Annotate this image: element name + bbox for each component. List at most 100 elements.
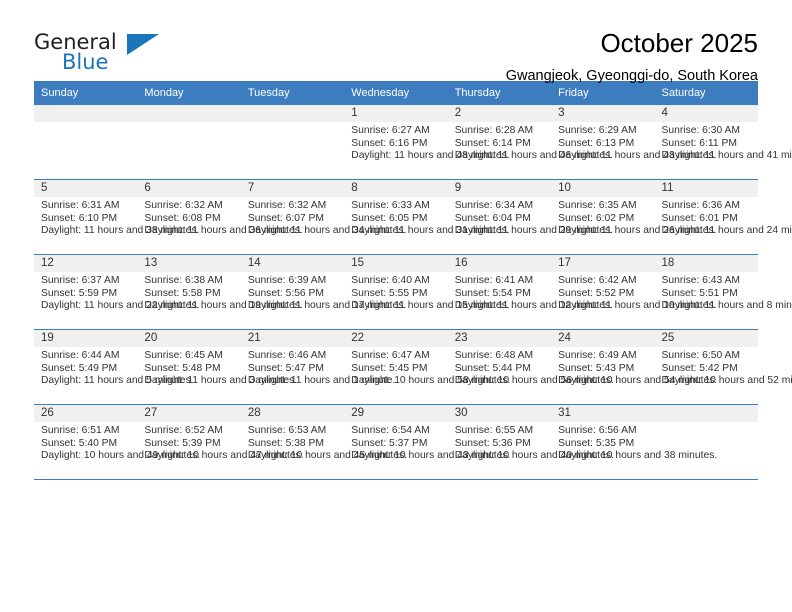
day-details: Sunrise: 6:54 AM Sunset: 5:37 PM Daylight:…	[344, 422, 510, 463]
calendar-day-cell[interactable]: 23 Sunrise: 6:48 AM Sunset: 5:44 PM Dayligh…	[447, 329, 614, 405]
calendar-day-cell[interactable]: 21 Sunrise: 6:46 AM Sunset: 5:47 PM Dayligh…	[240, 329, 396, 405]
daylight-text: Daylight: 11 hours and 38 minutes.	[41, 225, 200, 237]
day-number: 31	[551, 405, 655, 422]
day-cell-inner: 3 Sunrise: 6:29 AM Sunset: 6:13 PM Daylight…	[551, 105, 716, 179]
calendar-day-cell[interactable]: 12 Sunrise: 6:37 AM Sunset: 5:59 PM Dayligh…	[34, 254, 199, 330]
day-details: Sunrise: 6:55 AM Sunset: 5:36 PM Daylight:…	[448, 422, 614, 463]
day-cell-inner: 8 Sunrise: 6:33 AM Sunset: 6:05 PM Daylight…	[344, 180, 510, 254]
day-details: Sunrise: 6:35 AM Sunset: 6:02 PM Daylight:…	[551, 197, 717, 238]
day-details: Sunrise: 6:39 AM Sunset: 5:56 PM Daylight:…	[241, 272, 406, 313]
day-cell-inner: 11 Sunrise: 6:36 AM Sunset: 6:01 PM Dayligh…	[654, 180, 792, 254]
sunset-text: Sunset: 5:48 PM	[144, 362, 221, 374]
day-cell-inner: 13 Sunrise: 6:38 AM Sunset: 5:58 PM Dayligh…	[137, 255, 303, 329]
day-details: Sunrise: 6:56 AM Sunset: 5:35 PM Daylight:…	[551, 422, 717, 463]
daylight-text: Daylight: 11 hours and 48 minutes.	[351, 150, 510, 162]
calendar-day-cell[interactable]: 18 Sunrise: 6:43 AM Sunset: 5:51 PM Dayligh…	[654, 254, 792, 330]
daylight-text: Daylight: 10 hours and 54 minutes.	[558, 375, 718, 387]
calendar-day-cell[interactable]: 5 Sunrise: 6:31 AM Sunset: 6:10 PM Daylight…	[34, 179, 200, 255]
sunset-text: Sunset: 5:47 PM	[247, 362, 324, 374]
calendar-day-cell[interactable]: 10 Sunrise: 6:35 AM Sunset: 6:02 PM Dayligh…	[551, 179, 717, 255]
day-number: 11	[654, 180, 758, 197]
calendar-day-cell[interactable]: 15 Sunrise: 6:40 AM Sunset: 5:55 PM Dayligh…	[344, 254, 510, 330]
day-number: 23	[447, 330, 552, 347]
sunrise-text: Sunrise: 6:35 AM	[558, 200, 637, 211]
day-cell-inner: 17 Sunrise: 6:42 AM Sunset: 5:52 PM Dayligh…	[551, 255, 716, 329]
title-block: October 2025 Gwangjeok, Gyeonggi-do, Sou…	[154, 28, 758, 86]
daylight-text: Daylight: 10 hours and 56 minutes.	[454, 375, 614, 387]
sunset-text: Sunset: 6:07 PM	[247, 212, 324, 224]
day-details: Sunrise: 6:29 AM Sunset: 6:13 PM Daylight:…	[551, 122, 716, 163]
calendar-day-cell[interactable]: 25 Sunrise: 6:50 AM Sunset: 5:42 PM Dayligh…	[654, 329, 792, 405]
calendar-day-cell[interactable]: 9 Sunrise: 6:34 AM Sunset: 6:04 PM Daylight…	[447, 179, 613, 255]
sunrise-text: Sunrise: 6:27 AM	[351, 125, 430, 136]
calendar-day-cell[interactable]: 4 Sunrise: 6:30 AM Sunset: 6:11 PM Daylight…	[654, 105, 792, 180]
day-number: 13	[137, 255, 241, 272]
sunset-text: Sunset: 5:59 PM	[41, 287, 118, 299]
calendar-day-cell[interactable]: 22 Sunrise: 6:47 AM Sunset: 5:45 PM Dayligh…	[344, 329, 510, 405]
day-number: 5	[34, 180, 138, 197]
calendar-day-cell[interactable]: 11 Sunrise: 6:36 AM Sunset: 6:01 PM Dayligh…	[654, 179, 792, 255]
calendar-day-cell[interactable]: 29 Sunrise: 6:54 AM Sunset: 5:37 PM Dayligh…	[344, 404, 510, 480]
calendar-day-cell[interactable]: 7 Sunrise: 6:32 AM Sunset: 6:07 PM Daylight…	[240, 179, 406, 255]
daylight-text: Daylight: 11 hours and 26 minutes.	[558, 225, 717, 237]
day-number: 12	[34, 255, 138, 272]
calendar-day-cell[interactable]: 20 Sunrise: 6:45 AM Sunset: 5:48 PM Dayligh…	[137, 329, 297, 405]
sunset-text: Sunset: 5:54 PM	[454, 287, 531, 299]
calendar-day-cell[interactable]: 27 Sunrise: 6:52 AM Sunset: 5:39 PM Dayligh…	[137, 404, 304, 480]
day-cell-inner: 24 Sunrise: 6:49 AM Sunset: 5:43 PM Dayligh…	[551, 330, 718, 404]
day-cell-inner: 18 Sunrise: 6:43 AM Sunset: 5:51 PM Dayligh…	[654, 255, 792, 329]
day-details: Sunrise: 6:40 AM Sunset: 5:55 PM Daylight:…	[344, 272, 509, 313]
calendar-day-cell[interactable]: 13 Sunrise: 6:38 AM Sunset: 5:58 PM Dayligh…	[137, 254, 303, 330]
calendar-day-cell[interactable]: 1 Sunrise: 6:27 AM Sunset: 6:16 PM Daylight…	[344, 105, 510, 180]
day-number	[34, 105, 138, 122]
triangle-icon	[127, 34, 159, 55]
calendar-day-cell[interactable]: 31 Sunrise: 6:56 AM Sunset: 5:35 PM Dayligh…	[551, 404, 717, 480]
day-cell-inner: 4 Sunrise: 6:30 AM Sunset: 6:11 PM Daylight…	[654, 105, 792, 179]
day-number: 14	[240, 255, 345, 272]
day-number: 20	[137, 330, 241, 347]
daylight-text: Daylight: 10 hours and 47 minutes.	[144, 450, 304, 462]
day-cell-inner: 12 Sunrise: 6:37 AM Sunset: 5:59 PM Dayligh…	[34, 255, 199, 329]
calendar-day-cell[interactable]: 26 Sunrise: 6:51 AM Sunset: 5:40 PM Dayligh…	[34, 404, 200, 480]
sunrise-text: Sunrise: 6:31 AM	[41, 200, 120, 211]
sunrise-text: Sunrise: 6:53 AM	[247, 425, 327, 436]
calendar-day-cell[interactable]: 28 Sunrise: 6:53 AM Sunset: 5:38 PM Dayligh…	[240, 404, 407, 480]
calendar-day-cell[interactable]: 6 Sunrise: 6:32 AM Sunset: 6:08 PM Daylight…	[137, 179, 303, 255]
calendar-day-cell[interactable]: 24 Sunrise: 6:49 AM Sunset: 5:43 PM Dayligh…	[551, 329, 718, 405]
day-cell-inner: 29 Sunrise: 6:54 AM Sunset: 5:37 PM Dayligh…	[344, 405, 510, 479]
day-details: Sunrise: 6:37 AM Sunset: 5:59 PM Daylight:…	[34, 272, 199, 313]
day-number: 7	[240, 180, 345, 197]
sunset-text: Sunset: 6:14 PM	[454, 137, 531, 149]
calendar-day-cell[interactable]: 30 Sunrise: 6:55 AM Sunset: 5:36 PM Dayligh…	[447, 404, 614, 480]
day-number: 28	[240, 405, 345, 422]
day-cell-inner: 19 Sunrise: 6:44 AM Sunset: 5:49 PM Dayligh…	[34, 330, 194, 404]
day-cell-inner: 20 Sunrise: 6:45 AM Sunset: 5:48 PM Dayligh…	[137, 330, 297, 404]
day-details: Sunrise: 6:51 AM Sunset: 5:40 PM Daylight:…	[34, 422, 200, 463]
day-cell-inner: 7 Sunrise: 6:32 AM Sunset: 6:07 PM Daylight…	[240, 180, 406, 254]
calendar-day-cell[interactable]: 8 Sunrise: 6:33 AM Sunset: 6:05 PM Daylight…	[344, 179, 510, 255]
sunset-text: Sunset: 6:16 PM	[351, 137, 428, 149]
day-details: Sunrise: 6:36 AM Sunset: 6:01 PM Daylight:…	[655, 197, 792, 238]
day-cell-inner: 22 Sunrise: 6:47 AM Sunset: 5:45 PM Dayligh…	[344, 330, 510, 404]
calendar-day-cell[interactable]: 19 Sunrise: 6:44 AM Sunset: 5:49 PM Dayligh…	[34, 329, 194, 405]
day-cell-inner: 16 Sunrise: 6:41 AM Sunset: 5:54 PM Dayligh…	[447, 255, 613, 329]
sunrise-text: Sunrise: 6:50 AM	[661, 350, 740, 361]
logo-text-blue: Blue	[62, 50, 109, 74]
calendar-day-cell[interactable]: 3 Sunrise: 6:29 AM Sunset: 6:13 PM Daylight…	[551, 105, 716, 180]
day-details: Sunrise: 6:33 AM Sunset: 6:05 PM Daylight:…	[344, 197, 509, 238]
day-number	[137, 105, 241, 122]
sunset-text: Sunset: 5:35 PM	[558, 437, 635, 449]
daylight-text: Daylight: 11 hours and 1 minute.	[247, 375, 396, 387]
sunset-text: Sunset: 5:55 PM	[351, 287, 428, 299]
general-blue-logo[interactable]: General Blue	[34, 28, 159, 84]
sunset-text: Sunset: 6:01 PM	[661, 212, 738, 224]
calendar-week-row: 19 Sunrise: 6:44 AM Sunset: 5:49 PM Dayligh…	[34, 329, 792, 405]
day-details: Sunrise: 6:53 AM Sunset: 5:38 PM Daylight:…	[241, 422, 407, 463]
calendar-page: General Blue October 2025 Gwangjeok, Gye…	[0, 0, 792, 612]
day-number: 6	[137, 180, 241, 197]
calendar-day-cell[interactable]: 16 Sunrise: 6:41 AM Sunset: 5:54 PM Dayligh…	[447, 254, 613, 330]
daylight-text: Daylight: 11 hours and 46 minutes.	[454, 150, 614, 162]
calendar-day-cell[interactable]: 14 Sunrise: 6:39 AM Sunset: 5:56 PM Dayligh…	[240, 254, 406, 330]
calendar-day-cell[interactable]: 17 Sunrise: 6:42 AM Sunset: 5:52 PM Dayligh…	[551, 254, 716, 330]
calendar-day-cell[interactable]: 2 Sunrise: 6:28 AM Sunset: 6:14 PM Daylight…	[447, 105, 614, 180]
